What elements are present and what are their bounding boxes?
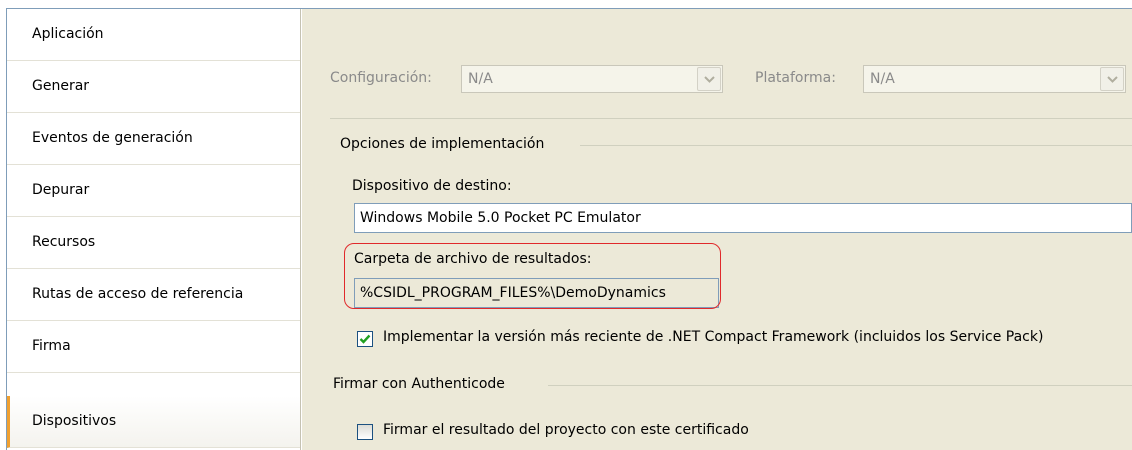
sign-output-checkbox[interactable] — [357, 424, 373, 440]
configuration-value: N/A — [468, 71, 493, 87]
sidebar-item-rutas-de-acceso[interactable]: Rutas de acceso de referencia — [7, 269, 300, 321]
authenticode-group-label: Firmar con Authenticode — [333, 376, 505, 392]
deploy-latest-label: Implementar la versión más reciente de .… — [383, 329, 1044, 345]
sidebar-item-eventos-de-generacion[interactable]: Eventos de generación — [7, 113, 300, 165]
property-sidebar: Aplicación Generar Eventos de generación… — [7, 9, 301, 450]
divider — [330, 118, 1132, 119]
sidebar-item-firma[interactable]: Firma — [7, 321, 300, 373]
sidebar-item-generar[interactable]: Generar — [7, 61, 300, 113]
sidebar-item-recursos[interactable]: Recursos — [7, 217, 300, 269]
platform-select[interactable]: N/A — [863, 65, 1126, 93]
output-folder-label: Carpeta de archivo de resultados: — [354, 251, 592, 267]
deploy-latest-checkbox[interactable] — [357, 331, 373, 347]
settings-panel: Configuración: N/A Plataforma: N/A Opcio… — [302, 9, 1132, 450]
checkmark-icon — [359, 334, 371, 344]
sidebar-item-aplicacion[interactable]: Aplicación — [7, 9, 300, 61]
sidebar-item-dispositivos[interactable]: Dispositivos — [7, 396, 300, 448]
configuration-select[interactable]: N/A — [461, 65, 723, 93]
output-folder-field[interactable]: %CSIDL_PROGRAM_FILES%\DemoDynamics — [354, 278, 719, 308]
group-divider — [580, 145, 1132, 146]
sign-output-label: Firmar el resultado del proyecto con est… — [383, 422, 749, 438]
platform-dropdown-button[interactable] — [1100, 67, 1124, 91]
deployment-group-label: Opciones de implementación — [340, 136, 545, 152]
chevron-down-icon — [1107, 76, 1118, 83]
configuration-label: Configuración: — [330, 70, 432, 86]
sidebar-item-depurar[interactable]: Depurar — [7, 165, 300, 217]
configuration-dropdown-button[interactable] — [697, 67, 721, 91]
group-divider — [548, 385, 1132, 386]
platform-value: N/A — [870, 71, 895, 87]
target-device-label: Dispositivo de destino: — [352, 178, 512, 194]
chevron-down-icon — [704, 76, 715, 83]
target-device-field[interactable]: Windows Mobile 5.0 Pocket PC Emulator — [354, 203, 1132, 233]
platform-label: Plataforma: — [755, 70, 836, 86]
